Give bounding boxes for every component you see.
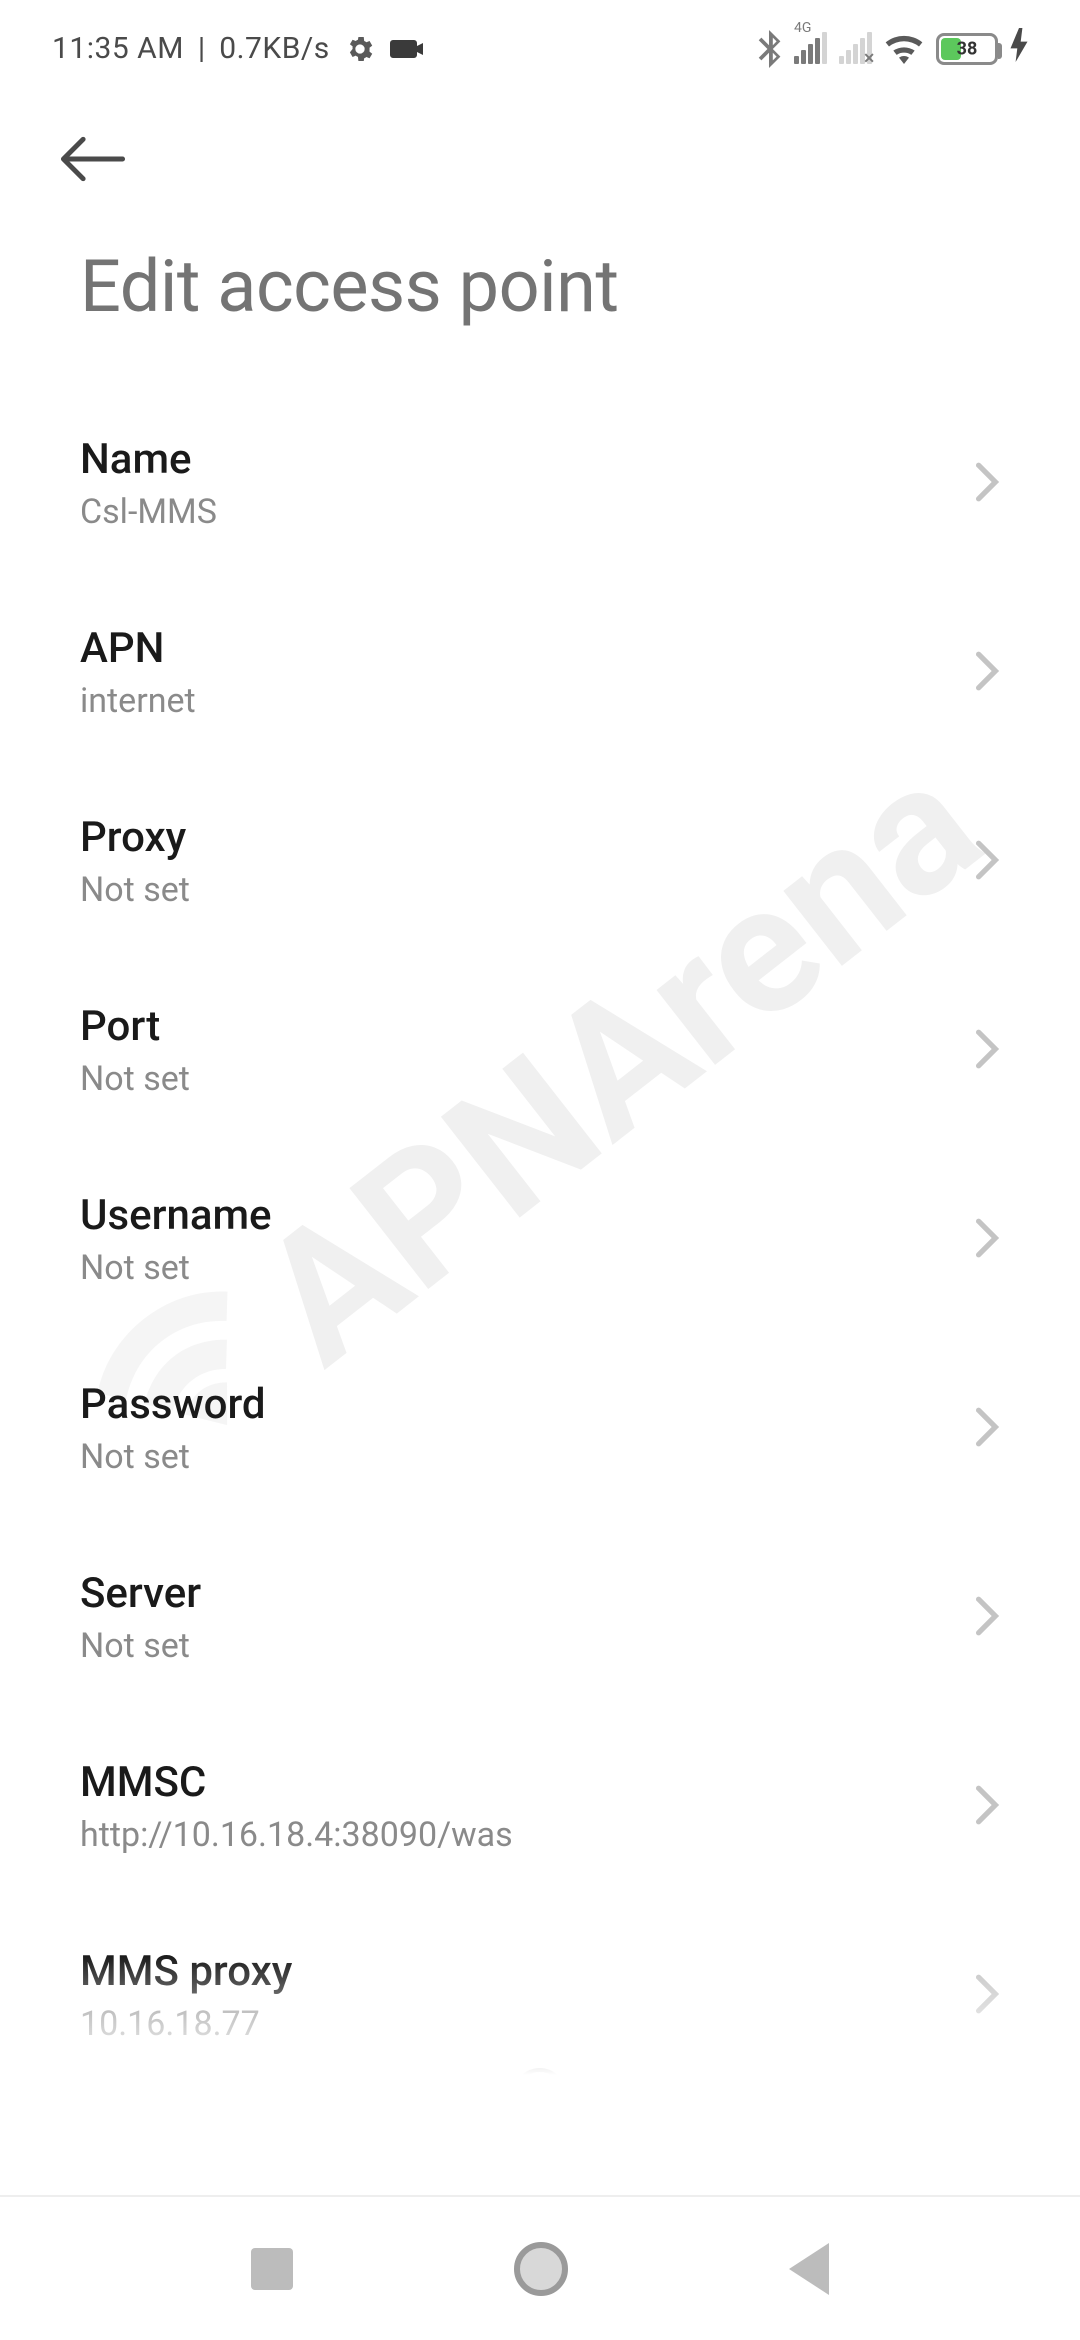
chevron-right-icon bbox=[974, 1217, 1000, 1263]
battery-indicator: 38 bbox=[936, 33, 998, 65]
chevron-right-icon bbox=[974, 1973, 1000, 2019]
charging-icon bbox=[1010, 28, 1028, 69]
status-bar: 11:35 AM | 0.7KB/s 4G bbox=[0, 0, 1080, 79]
row-username[interactable]: Username Not set bbox=[80, 1145, 1000, 1334]
row-label: Server bbox=[80, 1569, 201, 1618]
status-data-rate: 0.7KB/s bbox=[219, 31, 330, 66]
signal-sim1: 4G bbox=[794, 34, 827, 64]
row-port[interactable]: Port Not set bbox=[80, 956, 1000, 1145]
status-separator: | bbox=[198, 31, 205, 66]
row-value: Not set bbox=[80, 1059, 190, 1099]
wifi-icon bbox=[884, 33, 924, 65]
row-password[interactable]: Password Not set bbox=[80, 1334, 1000, 1523]
row-name[interactable]: Name Csl-MMS bbox=[80, 389, 1000, 578]
row-label: APN bbox=[80, 624, 196, 673]
signal-disabled-icon: ✕ bbox=[863, 51, 875, 67]
row-label: Password bbox=[80, 1380, 266, 1429]
chevron-right-icon bbox=[974, 1595, 1000, 1641]
chevron-right-icon bbox=[974, 461, 1000, 507]
row-value: Not set bbox=[80, 1248, 272, 1288]
arrow-left-icon bbox=[60, 136, 126, 182]
row-value: Not set bbox=[80, 870, 190, 910]
row-value: internet bbox=[80, 681, 196, 721]
nav-home-button[interactable] bbox=[514, 2242, 568, 2296]
row-value: 10.16.18.77 bbox=[80, 2004, 292, 2044]
settings-list: Name Csl-MMS APN internet Proxy Not set … bbox=[0, 389, 1080, 2090]
row-value: Csl-MMS bbox=[80, 492, 217, 532]
more-label: More bbox=[508, 2132, 573, 2165]
bluetooth-icon bbox=[756, 30, 782, 68]
row-label: Username bbox=[80, 1191, 272, 1240]
battery-percent: 38 bbox=[957, 38, 978, 59]
chevron-right-icon bbox=[974, 1028, 1000, 1074]
nav-back-button[interactable] bbox=[789, 2243, 829, 2295]
row-value: Not set bbox=[80, 1626, 201, 1666]
row-label: Proxy bbox=[80, 813, 190, 862]
navigation-bar bbox=[0, 2195, 1080, 2340]
row-proxy[interactable]: Proxy Not set bbox=[80, 767, 1000, 956]
page-title: Edit access point bbox=[0, 194, 1080, 389]
back-button[interactable] bbox=[60, 124, 126, 194]
row-label: Port bbox=[80, 1002, 190, 1051]
chevron-right-icon bbox=[974, 650, 1000, 696]
signal-sim2: ✕ bbox=[839, 34, 872, 64]
chevron-right-icon bbox=[974, 1406, 1000, 1452]
row-mms-proxy[interactable]: MMS proxy 10.16.18.77 bbox=[80, 1901, 1000, 2090]
row-value: Not set bbox=[80, 1437, 266, 1477]
row-label: MMS proxy bbox=[80, 1947, 292, 1996]
signal-label: 4G bbox=[794, 20, 811, 36]
chevron-right-icon bbox=[974, 1784, 1000, 1830]
status-time: 11:35 AM bbox=[52, 31, 184, 66]
row-label: MMSC bbox=[80, 1758, 513, 1807]
row-mmsc[interactable]: MMSC http://10.16.18.4:38090/was bbox=[80, 1712, 1000, 1901]
settings-icon bbox=[344, 33, 376, 65]
row-server[interactable]: Server Not set bbox=[80, 1523, 1000, 1712]
chevron-right-icon bbox=[974, 839, 1000, 885]
camera-icon bbox=[390, 35, 426, 63]
nav-recent-button[interactable] bbox=[251, 2248, 293, 2290]
row-label: Name bbox=[80, 435, 217, 484]
row-apn[interactable]: APN internet bbox=[80, 578, 1000, 767]
row-value: http://10.16.18.4:38090/was bbox=[80, 1815, 513, 1855]
